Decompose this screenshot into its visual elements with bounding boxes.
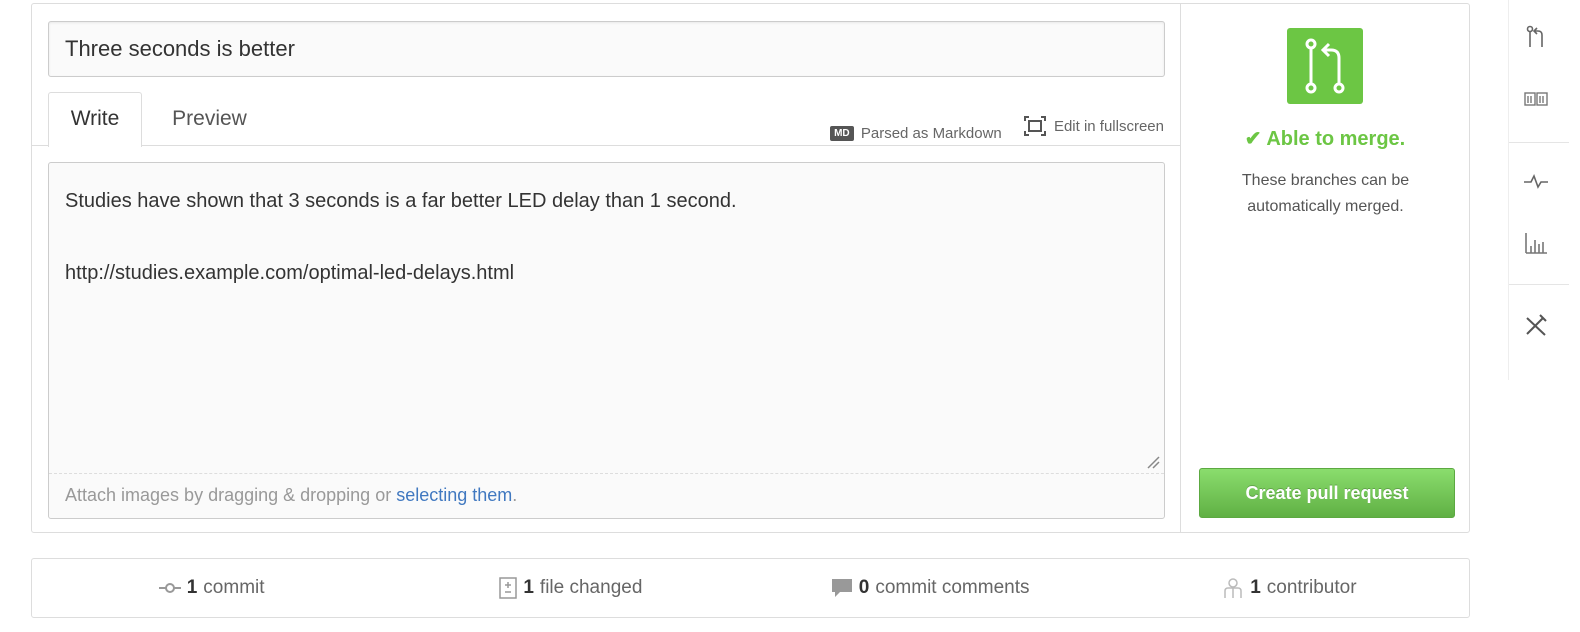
rail-divider (1509, 284, 1569, 285)
merge-status: ✔ Able to merge. (1244, 128, 1406, 150)
markdown-label: Parsed as Markdown (860, 125, 1002, 142)
file-diff-icon (499, 577, 518, 599)
comment-body-text[interactable]: Studies have shown that 3 seconds is a f… (49, 163, 1164, 474)
commit-label: commit (203, 577, 265, 598)
contributor-count: 1 (1250, 577, 1261, 598)
merge-description: These branches can be automatically merg… (1241, 172, 1410, 215)
summary-files[interactable]: 1 file changed (391, 559, 750, 617)
tab-write[interactable]: Write (48, 92, 142, 147)
create-pull-request-button[interactable]: Create pull request (1199, 468, 1455, 518)
select-images-link[interactable]: selecting them (396, 485, 512, 505)
attach-hint-text: Attach images by dragging & dropping or (65, 485, 397, 505)
attach-hint-suffix: . (512, 485, 518, 505)
file-label: file changed (539, 577, 643, 598)
compose-main: Write Preview MD Parsed as Markdown Edit… (32, 4, 1180, 532)
comment-icon (831, 578, 853, 598)
fullscreen-icon (1023, 116, 1046, 136)
fullscreen-button[interactable]: Edit in fullscreen (1023, 116, 1164, 136)
summary-comments[interactable]: 0 commit comments (751, 559, 1110, 617)
summary-contributors[interactable]: 1 contributor (1110, 559, 1469, 617)
wiki-book-icon[interactable] (1523, 86, 1549, 112)
commit-count: 1 (186, 577, 198, 598)
body-line-2: http://studies.example.com/optimal-led-d… (65, 262, 515, 284)
contributor-label: contributor (1266, 577, 1357, 598)
settings-tools-icon[interactable] (1523, 312, 1549, 338)
comment-label: commit comments (875, 577, 1030, 598)
repo-nav-rail (1508, 0, 1580, 380)
resize-handle-icon[interactable] (1146, 455, 1160, 469)
comment-body-field[interactable]: Studies have shown that 3 seconds is a f… (48, 162, 1165, 519)
file-count: 1 (523, 577, 534, 598)
graph-icon[interactable] (1523, 230, 1549, 256)
summary-commits[interactable]: 1 commit (32, 559, 391, 617)
fullscreen-label: Edit in fullscreen (1053, 117, 1164, 135)
editor-tools: MD Parsed as Markdown Edit in fullscreen (812, 116, 1164, 142)
pr-title-input[interactable] (48, 21, 1165, 77)
markdown-icon: MD (829, 126, 854, 141)
git-pull-request-icon (1287, 28, 1363, 104)
commit-icon (158, 582, 181, 594)
pulse-icon[interactable] (1523, 168, 1549, 194)
pr-summary-bar: 1 commit 1 file changed 0 commit comment… (31, 558, 1470, 618)
merge-status-sidebar: ✔ Able to merge. These branches can be a… (1180, 4, 1469, 532)
pull-request-icon[interactable] (1523, 24, 1549, 50)
rail-divider (1509, 142, 1569, 143)
tab-preview[interactable]: Preview (152, 92, 267, 146)
attach-images-hint: Attach images by dragging & dropping or … (49, 473, 1164, 518)
comment-count: 0 (858, 577, 870, 598)
editor-tabnav: Write Preview MD Parsed as Markdown Edit… (32, 92, 1180, 147)
organization-icon (1222, 577, 1244, 599)
pull-request-compose-form: Write Preview MD Parsed as Markdown Edit… (31, 3, 1470, 533)
markdown-help-link[interactable]: MD Parsed as Markdown (829, 125, 1002, 142)
body-line-1: Studies have shown that 3 seconds is a f… (65, 190, 737, 212)
